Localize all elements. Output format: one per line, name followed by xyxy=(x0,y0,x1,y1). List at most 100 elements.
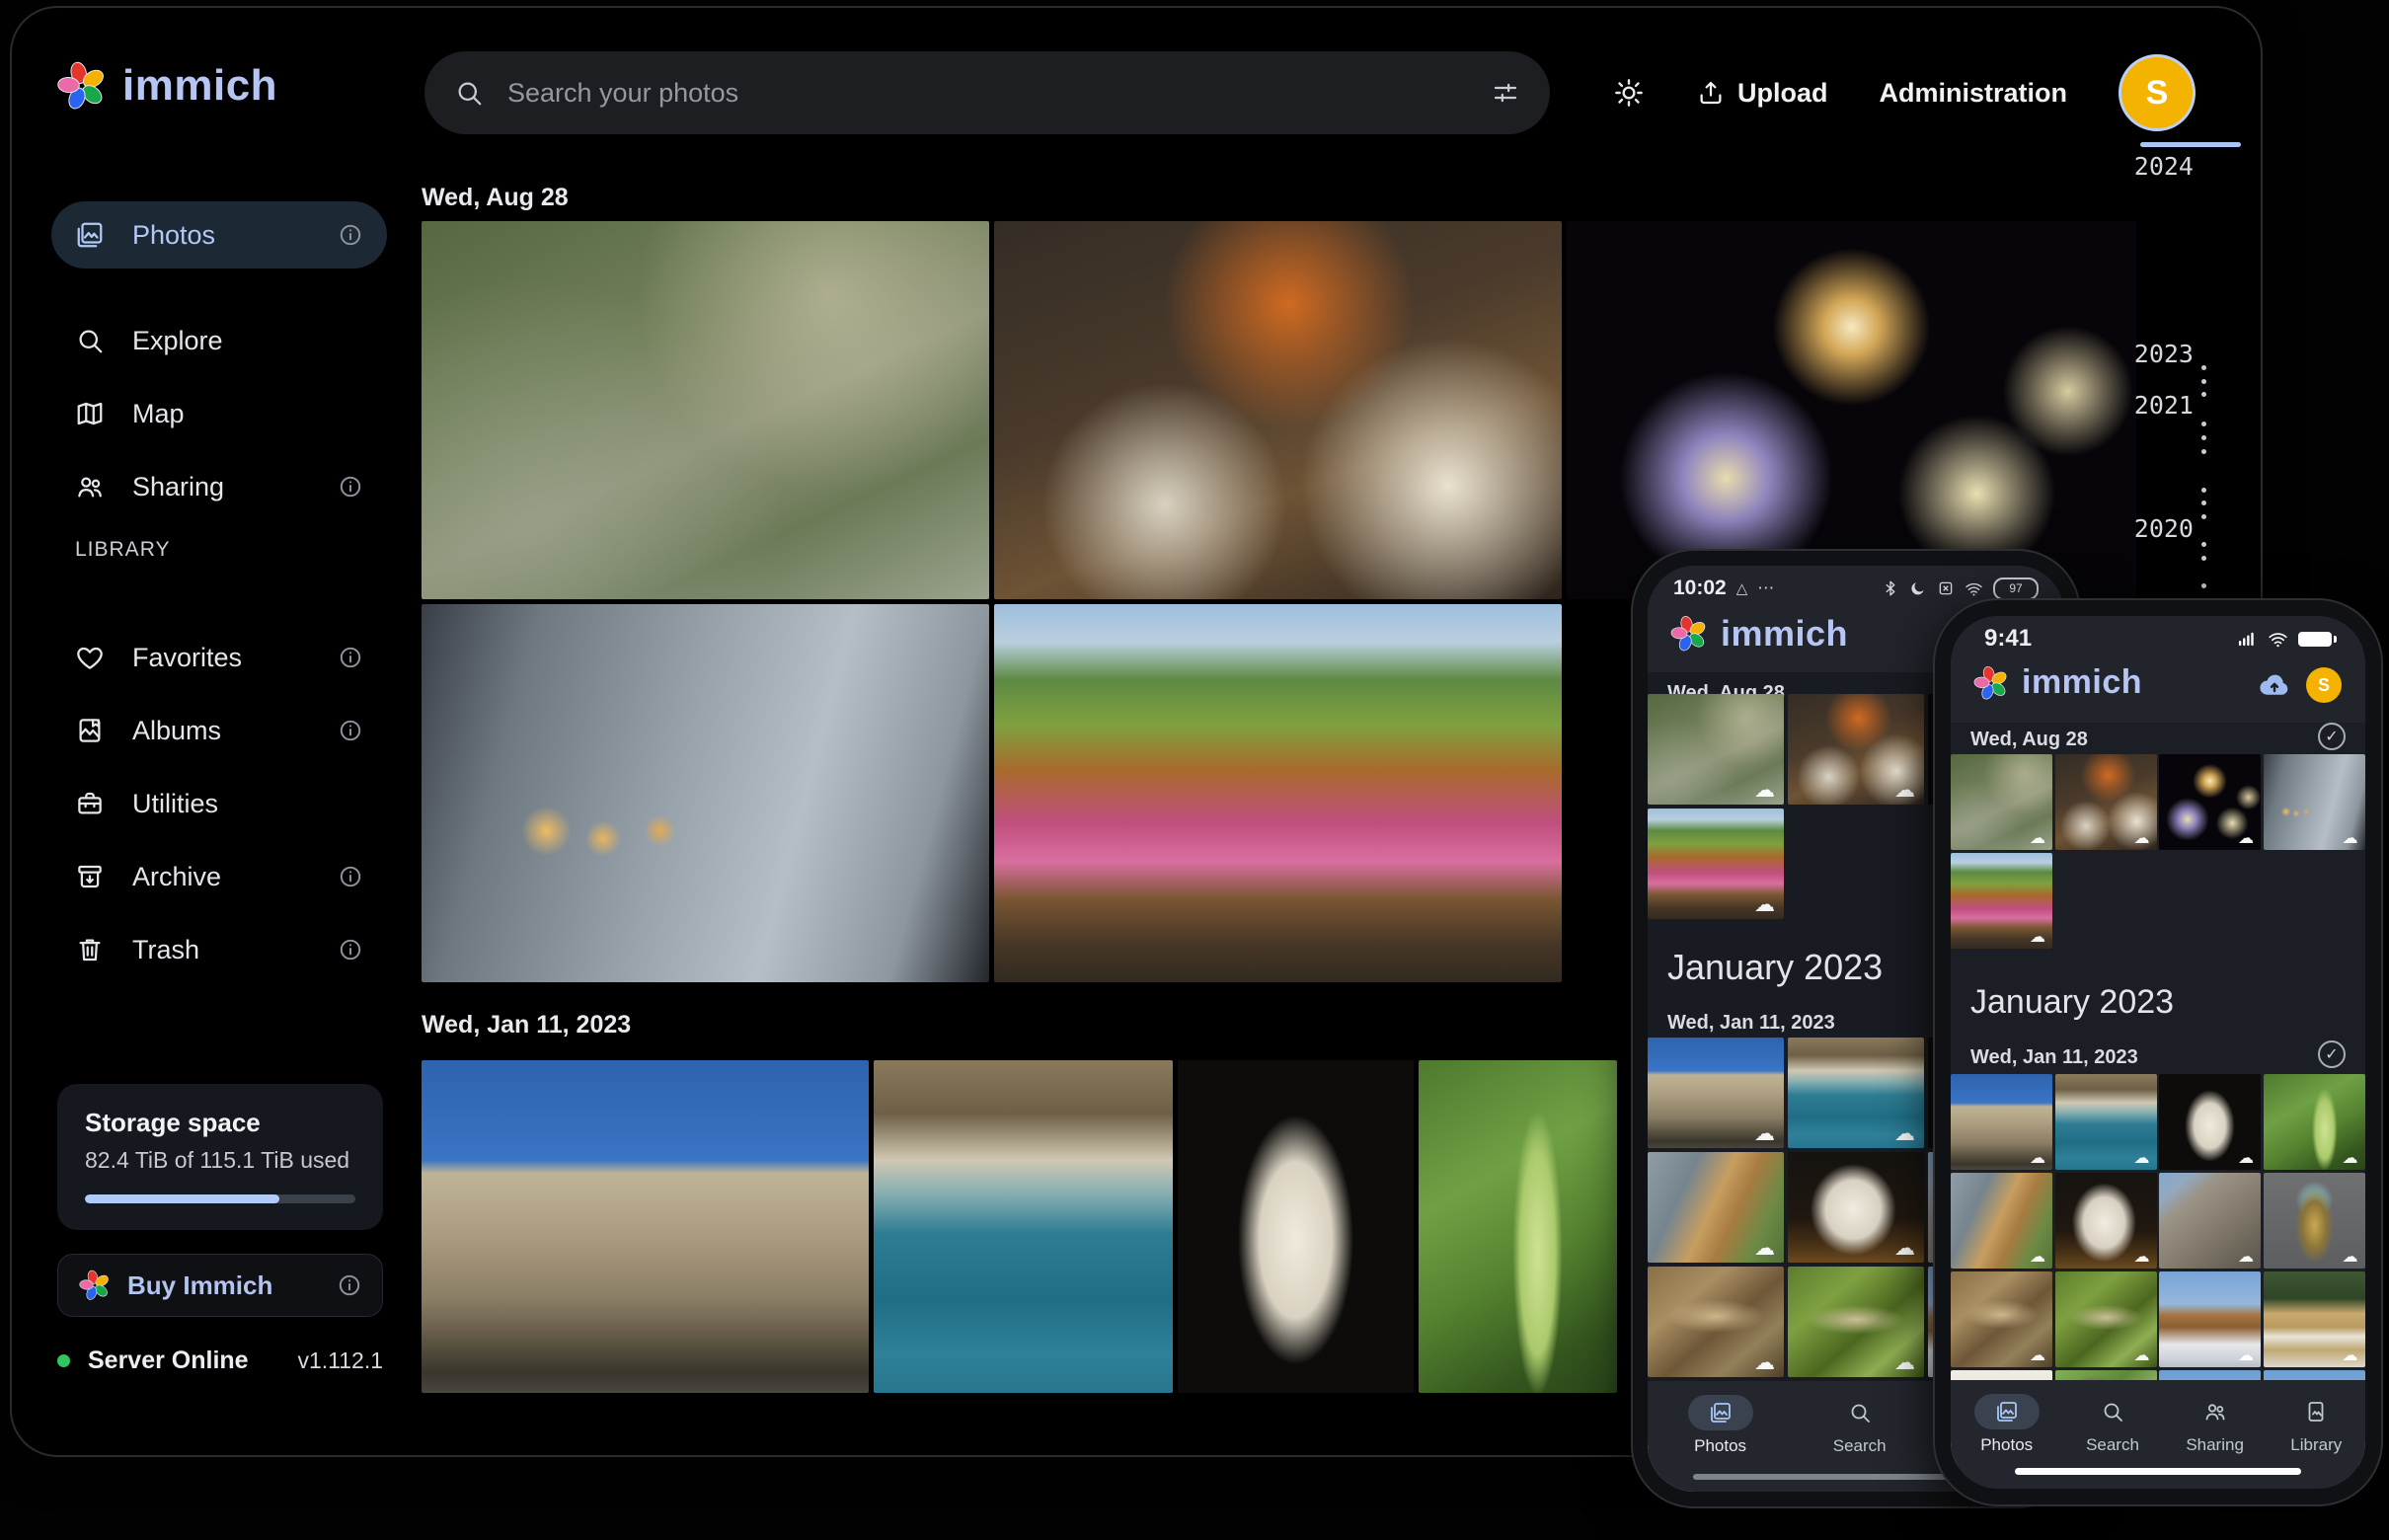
cell-signal-icon xyxy=(2236,628,2258,650)
photo-lizard1[interactable] xyxy=(1951,1271,2052,1367)
online-status-dot xyxy=(57,1354,70,1367)
photo-plant[interactable] xyxy=(1419,1060,1617,1393)
people-icon xyxy=(75,472,105,501)
photo-lizard2[interactable] xyxy=(2055,1271,2157,1367)
photo-hands[interactable] xyxy=(422,604,989,982)
scrubber-year-2021[interactable]: 2021 xyxy=(2111,391,2194,420)
sidebar-item-photos[interactable]: Photos xyxy=(51,201,387,269)
upload-button[interactable]: Upload xyxy=(1696,78,1828,109)
phone-mockup-ios: 9:41 immich S Wed, Aug 28 ✓ January 2023… xyxy=(1933,598,2383,1506)
photo-coast[interactable] xyxy=(2055,1074,2157,1170)
photo-hands[interactable] xyxy=(2264,754,2365,850)
sidebar-item-favorites[interactable]: Favorites xyxy=(51,624,387,691)
user-avatar[interactable]: S xyxy=(2119,54,2196,131)
bluetooth-icon xyxy=(1882,579,1899,597)
no-sim-icon xyxy=(1937,579,1955,597)
photo-dinner[interactable] xyxy=(2055,754,2157,850)
scrubber-position-line[interactable] xyxy=(2140,142,2241,147)
immich-flower-icon xyxy=(1669,614,1709,654)
search-input[interactable] xyxy=(505,77,1469,110)
scrubber-year-2023[interactable]: 2023 xyxy=(2111,340,2194,368)
search-filter-icon[interactable] xyxy=(1491,78,1520,108)
info-icon[interactable] xyxy=(338,718,363,743)
info-icon[interactable] xyxy=(338,645,363,670)
heart-icon xyxy=(75,643,105,672)
status-time: 9:41 xyxy=(1984,625,2032,653)
brand-wordmark: immich xyxy=(122,61,277,111)
select-all-check-icon[interactable]: ✓ xyxy=(2318,1040,2346,1068)
photo-coast[interactable] xyxy=(874,1060,1173,1393)
buy-immich-button[interactable]: Buy Immich xyxy=(57,1254,383,1317)
info-icon[interactable] xyxy=(338,474,363,500)
nav-item-photos[interactable]: Photos xyxy=(1688,1395,1753,1456)
photo-beach[interactable] xyxy=(1951,1173,2052,1269)
photo-bust[interactable] xyxy=(1178,1060,1414,1393)
photo-fortress[interactable] xyxy=(422,1060,869,1393)
photo-park[interactable] xyxy=(1951,853,2052,949)
nav-item-search[interactable]: Search xyxy=(1833,1395,1887,1456)
dnd-moon-icon xyxy=(1909,579,1927,597)
scrubber-year-2020[interactable]: 2020 xyxy=(2111,514,2194,543)
info-icon[interactable] xyxy=(338,937,363,962)
photo-monkeys[interactable] xyxy=(422,221,989,599)
photo-plant[interactable] xyxy=(2264,1074,2365,1170)
photo-ornament[interactable] xyxy=(2264,1173,2365,1269)
photo-village[interactable] xyxy=(2264,1271,2365,1367)
wifi-icon xyxy=(2268,629,2288,650)
upload-icon xyxy=(1696,78,1726,108)
app-logo[interactable]: immich xyxy=(55,59,277,113)
search-bar[interactable] xyxy=(424,51,1550,134)
sidebar-item-map[interactable]: Map xyxy=(51,380,387,447)
photo-ruins[interactable] xyxy=(2159,1173,2261,1269)
photo-bust2[interactable] xyxy=(2055,1173,2157,1269)
nav-item-search[interactable]: Search xyxy=(2086,1394,2139,1455)
info-icon[interactable] xyxy=(338,222,363,248)
battery-indicator xyxy=(2298,632,2332,647)
phone-app-logo: immich xyxy=(1972,663,2142,702)
photo-fortress[interactable] xyxy=(1951,1074,2052,1170)
nav-item-sharing[interactable]: Sharing xyxy=(2186,1394,2244,1455)
photo-lizard2[interactable] xyxy=(1788,1267,1924,1377)
select-all-check-icon[interactable]: ✓ xyxy=(2318,723,2346,750)
info-icon[interactable] xyxy=(337,1272,362,1298)
photo-beach[interactable] xyxy=(1648,1152,1784,1263)
sidebar-item-sharing[interactable]: Sharing xyxy=(51,453,387,520)
home-indicator[interactable] xyxy=(2015,1468,2301,1475)
sidebar-item-albums[interactable]: Albums xyxy=(51,697,387,764)
photo-fireworks[interactable] xyxy=(2159,754,2261,850)
nav-item-photos[interactable]: Photos xyxy=(1974,1394,2040,1455)
photo-monkeys[interactable] xyxy=(1951,754,2052,850)
photo-coast[interactable] xyxy=(1788,1038,1924,1148)
archive-icon xyxy=(75,862,105,891)
storage-title: Storage space xyxy=(85,1108,261,1138)
sidebar-item-archive[interactable]: Archive xyxy=(51,843,387,910)
scrubber-year-2024[interactable]: 2024 xyxy=(2111,152,2194,181)
immich-flower-icon xyxy=(55,59,109,113)
nav-item-library[interactable]: Library xyxy=(2290,1394,2342,1455)
photo-park[interactable] xyxy=(994,604,1562,982)
sidebar-item-utilities[interactable]: Utilities xyxy=(51,770,387,837)
administration-link[interactable]: Administration xyxy=(1879,78,2067,109)
storage-progress-bar xyxy=(85,1194,355,1203)
sidebar-item-trash[interactable]: Trash xyxy=(51,916,387,983)
photo-dinner[interactable] xyxy=(994,221,1562,599)
photo-park[interactable] xyxy=(1648,808,1784,919)
photo-bust2[interactable] xyxy=(1788,1152,1924,1263)
photos-icon xyxy=(1688,1395,1753,1430)
photo-bust[interactable] xyxy=(2159,1074,2261,1170)
search-icon xyxy=(2101,1394,2124,1429)
photo-lizard1[interactable] xyxy=(1648,1267,1784,1377)
photo-church[interactable] xyxy=(2159,1271,2261,1367)
backup-cloud-icon[interactable] xyxy=(2257,667,2292,703)
stage: immich Upload Administration S Photos xyxy=(0,0,2389,1540)
theme-toggle-button[interactable] xyxy=(1613,77,1645,109)
photo-fortress[interactable] xyxy=(1648,1038,1784,1148)
sidebar-item-explore[interactable]: Explore xyxy=(51,307,387,374)
battery-indicator: 97 xyxy=(1993,578,2039,600)
sidebar-section-library: LIBRARY xyxy=(75,538,171,562)
photo-dinner[interactable] xyxy=(1788,694,1924,805)
info-icon[interactable] xyxy=(338,864,363,889)
photo-monkeys[interactable] xyxy=(1648,694,1784,805)
photo-fireworks[interactable] xyxy=(1567,221,2136,599)
user-avatar[interactable]: S xyxy=(2306,667,2342,703)
